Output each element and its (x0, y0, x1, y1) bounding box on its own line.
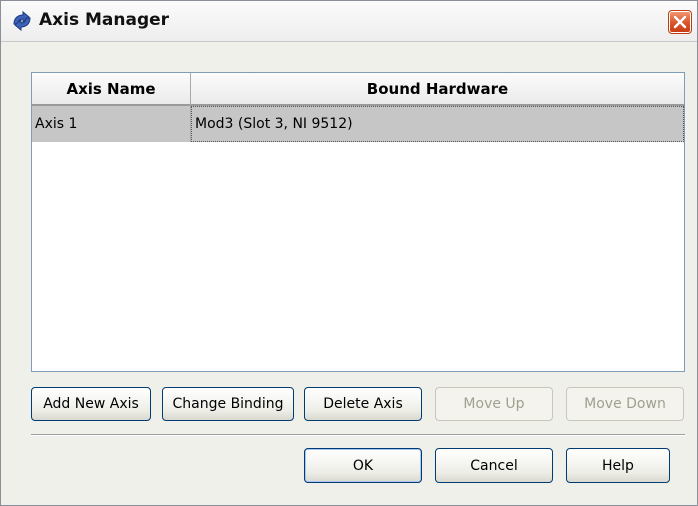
add-new-axis-button[interactable]: Add New Axis (31, 387, 151, 421)
ok-button[interactable]: OK (304, 448, 422, 483)
delete-axis-button[interactable]: Delete Axis (304, 387, 422, 421)
title-bar[interactable]: Axis Manager (1, 1, 697, 42)
close-button[interactable] (668, 10, 692, 34)
table-row[interactable]: Axis 1 Mod3 (Slot 3, NI 9512) (32, 106, 684, 142)
axis-manager-dialog: Axis Manager Axis Name Bound Hardware Ax… (0, 0, 698, 506)
column-header-axis-name[interactable]: Axis Name (32, 73, 191, 106)
move-down-button: Move Down (566, 387, 684, 421)
close-icon (673, 15, 687, 29)
help-button[interactable]: Help (566, 448, 670, 483)
bound-hardware-cell[interactable]: Mod3 (Slot 3, NI 9512) (191, 106, 684, 142)
column-header-bound-hardware[interactable]: Bound Hardware (191, 73, 684, 106)
change-binding-button[interactable]: Change Binding (162, 387, 294, 421)
separator (31, 434, 685, 436)
axis-manager-icon (13, 10, 31, 32)
window-title: Axis Manager (39, 10, 170, 30)
axis-table: Axis Name Bound Hardware Axis 1 Mod3 (Sl… (31, 72, 685, 372)
axis-name-cell[interactable]: Axis 1 (32, 106, 191, 142)
move-up-button: Move Up (435, 387, 553, 421)
cancel-button[interactable]: Cancel (435, 448, 553, 483)
